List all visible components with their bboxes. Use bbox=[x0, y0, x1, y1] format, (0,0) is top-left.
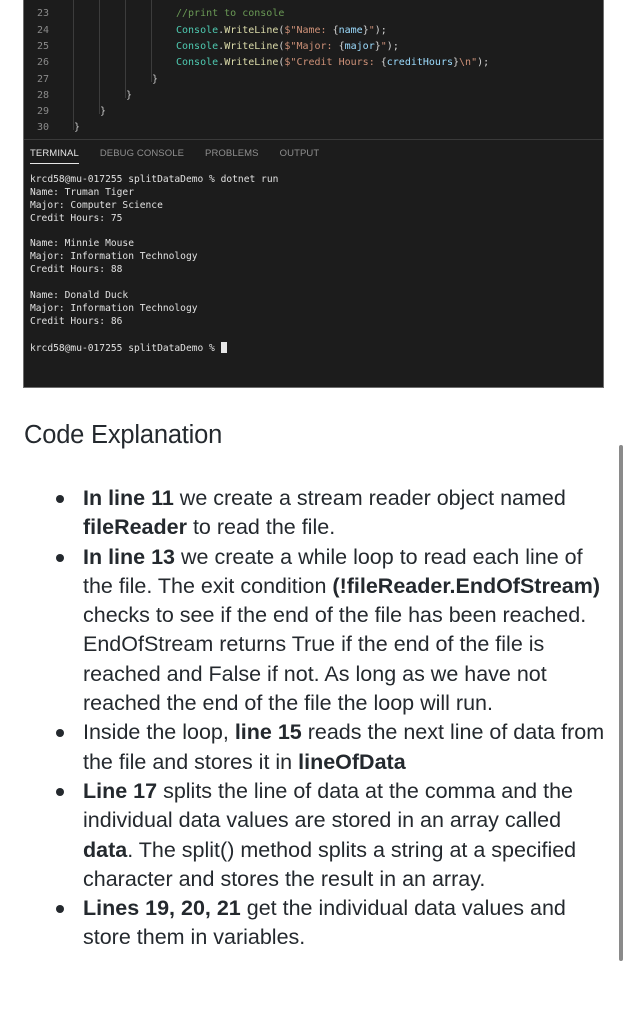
terminal-line: Name: Truman Tiger bbox=[30, 186, 134, 198]
section-heading: Code Explanation bbox=[24, 421, 223, 449]
code-token: ); bbox=[477, 57, 490, 69]
code-token: WriteLine bbox=[224, 57, 279, 69]
editor-panel-divider bbox=[24, 139, 603, 140]
emphasized-text: Line 17 bbox=[83, 778, 158, 803]
explanation-item: Inside the loop, line 15 reads the next … bbox=[56, 718, 610, 777]
tab-output[interactable]: OUTPUT bbox=[280, 148, 320, 164]
terminal-line: Major: Information Technology bbox=[30, 251, 198, 263]
code-line: 22 bbox=[24, 0, 603, 6]
code-token: $"Name: bbox=[284, 24, 333, 36]
code-token: major bbox=[344, 40, 375, 52]
emphasized-text: (!fileReader.EndOfStream) bbox=[332, 573, 601, 598]
code-token: $"Major: bbox=[284, 40, 339, 52]
code-text: Console.WriteLine($"Credit Hours: {credi… bbox=[176, 55, 489, 71]
terminal-line: Name: Donald Duck bbox=[30, 290, 129, 302]
code-token: Console bbox=[176, 24, 219, 36]
emphasized-text: data bbox=[83, 837, 128, 862]
code-token: //print to console bbox=[176, 8, 285, 20]
emphasized-text: line 15 bbox=[234, 720, 302, 745]
closing-brace: } bbox=[74, 122, 81, 134]
code-token: name bbox=[338, 24, 363, 36]
code-token: $"Credit Hours: bbox=[284, 57, 381, 69]
code-text: Console.WriteLine($"Major: {major}"); bbox=[176, 39, 399, 55]
code-line: 24 Console.WriteLine($"Name: {name}"); bbox=[24, 23, 603, 39]
line-number: 29 bbox=[36, 106, 49, 118]
emphasized-text: In line 13 bbox=[83, 544, 176, 569]
explanation-item: Line 17 splits the line of data at the c… bbox=[56, 777, 610, 894]
line-number: 24 bbox=[36, 24, 49, 36]
closing-brace: } bbox=[152, 73, 159, 85]
code-text: Console.WriteLine($"Name: {name}"); bbox=[176, 23, 387, 39]
line-number: 28 bbox=[36, 89, 49, 101]
code-line: 27} bbox=[24, 72, 603, 88]
bullet-icon bbox=[56, 905, 64, 914]
line-number: 30 bbox=[36, 122, 49, 134]
tab-debug-console[interactable]: DEBUG CONSOLE bbox=[100, 148, 184, 164]
line-number: 26 bbox=[36, 57, 49, 69]
emphasized-text: In line 11 bbox=[83, 486, 174, 510]
terminal-line: Major: Information Technology bbox=[30, 302, 198, 314]
terminal-cursor bbox=[220, 341, 227, 353]
closing-brace: } bbox=[100, 106, 107, 118]
body-text: . The split() method splits a string at … bbox=[83, 837, 577, 891]
bullet-icon bbox=[56, 787, 64, 796]
code-line: 30} bbox=[24, 120, 603, 136]
line-number: 23 bbox=[36, 8, 49, 20]
code-line: 26 Console.WriteLine($"Credit Hours: {cre… bbox=[24, 55, 603, 71]
tab-terminal[interactable]: TERMINAL bbox=[30, 148, 79, 164]
code-editor-screenshot: 22 23 //print to console 24 Console.WriteLin… bbox=[23, 0, 604, 388]
emphasized-text: fileReader bbox=[83, 515, 187, 540]
line-number: 22 bbox=[24, 0, 49, 6]
terminal-line: Credit Hours: 86 bbox=[30, 315, 123, 327]
bullet-icon bbox=[56, 495, 64, 503]
vertical-scrollbar[interactable] bbox=[619, 445, 623, 961]
line-number: 25 bbox=[36, 40, 49, 52]
code-line: 25 Console.WriteLine($"Major: {major}"); bbox=[24, 39, 603, 55]
body-text: splits the line of data at the comma and… bbox=[83, 778, 574, 833]
terminal-line: krcd58@mu-017255 splitDataDemo % dotnet … bbox=[30, 174, 279, 185]
bullet-icon bbox=[56, 729, 64, 738]
code-token: WriteLine bbox=[224, 24, 279, 36]
explanation-item: In line 13 we create a while loop to rea… bbox=[56, 543, 610, 719]
code-text: //print to console bbox=[176, 6, 284, 22]
terminal-line: Major: Computer Science bbox=[30, 199, 163, 211]
terminal-line: Credit Hours: 88 bbox=[30, 264, 123, 276]
emphasized-text: Lines 19, 20, 21 bbox=[83, 896, 241, 921]
body-text: to read the file. bbox=[186, 515, 336, 540]
code-token: creditHours bbox=[386, 57, 453, 69]
body-text: we create a stream reader object named bbox=[173, 486, 566, 510]
terminal-prompt-line[interactable]: krcd58@mu-017255 splitDataDemo % bbox=[30, 341, 278, 355]
closing-brace: } bbox=[126, 89, 133, 101]
terminal-line: Credit Hours: 75 bbox=[30, 212, 123, 224]
tab-problems[interactable]: PROBLEMS bbox=[205, 148, 259, 164]
code-line: 23 //print to console bbox=[24, 6, 603, 22]
line-number: 27 bbox=[36, 73, 49, 85]
code-token: Console bbox=[176, 57, 219, 69]
body-text: checks to see if the end of the file has… bbox=[83, 603, 587, 716]
terminal-output: krcd58@mu-017255 splitDataDemo % dotnet … bbox=[30, 174, 278, 354]
code-token: \n" bbox=[459, 57, 478, 69]
explanation-item: Lines 19, 20, 21 get the individual data… bbox=[56, 894, 610, 953]
body-text: Inside the loop, bbox=[83, 720, 235, 745]
code-token: Console bbox=[176, 40, 219, 52]
emphasized-text: lineOfData bbox=[298, 749, 406, 774]
code-token: WriteLine bbox=[224, 40, 279, 52]
terminal-prompt: krcd58@mu-017255 splitDataDemo % bbox=[30, 342, 221, 354]
code-line: 29} bbox=[24, 104, 603, 120]
explanation-list: In line 11 we create a stream reader obj… bbox=[0, 484, 610, 953]
code-token: ); bbox=[374, 24, 387, 36]
terminal-line: Name: Minnie Mouse bbox=[30, 238, 134, 250]
bullet-icon bbox=[56, 553, 64, 562]
code-token: ); bbox=[386, 40, 399, 52]
panel-tab-bar: TERMINAL DEBUG CONSOLE PROBLEMS OUTPUT bbox=[30, 148, 340, 164]
code-line: 28} bbox=[24, 88, 603, 104]
explanation-item: In line 11 we create a stream reader obj… bbox=[56, 484, 610, 543]
